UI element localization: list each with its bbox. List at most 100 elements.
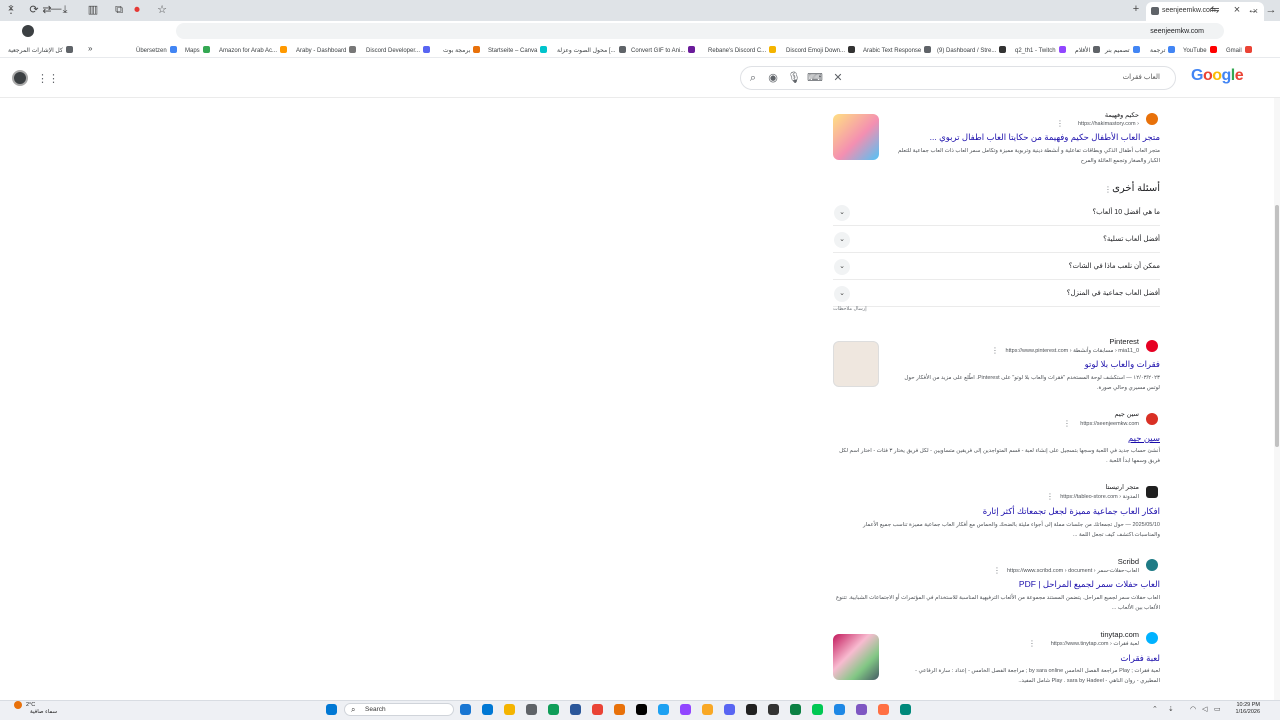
result-menu-icon[interactable]: ⋮	[1028, 639, 1036, 648]
result-menu-icon[interactable]: ⋮	[1046, 492, 1054, 501]
bookmark-item[interactable]: Araby - Dashboard	[296, 46, 357, 54]
result-url[interactable]: https://tableo-store.com › المدونة	[1060, 494, 1139, 500]
result-thumbnail[interactable]	[833, 634, 879, 680]
forward-icon[interactable]: →	[1264, 4, 1278, 17]
result-title[interactable]: العاب حفلات سمر لجميع المراحل | PDF	[1019, 579, 1160, 590]
taskbar-app-icon[interactable]	[702, 704, 713, 715]
bookmark-item[interactable]: Übersetzen	[136, 46, 177, 54]
result-menu-icon[interactable]: ⋮	[991, 346, 999, 355]
result-thumbnail[interactable]	[833, 114, 879, 160]
taskbar-app-icon[interactable]	[570, 704, 581, 715]
result-title[interactable]: لعبة فقرات	[1120, 653, 1160, 664]
bookmark-item[interactable]: Discord Developer...	[366, 46, 431, 54]
taskbar-app-icon[interactable]	[658, 704, 669, 715]
keyboard-icon[interactable]: ⌨	[807, 72, 823, 84]
battery-icon[interactable]: ▭	[1214, 705, 1221, 713]
taskbar-app-icon[interactable]	[812, 704, 823, 715]
bookmark-item[interactable]: YouTube	[1183, 46, 1217, 54]
taskbar-app-icon[interactable]	[900, 704, 911, 715]
taskbar-app-icon[interactable]	[768, 704, 779, 715]
paa-item[interactable]: ⌄ أفضل ألعاب تسلية؟	[833, 227, 1160, 253]
taskbar-search[interactable]: ⌕ Search	[344, 703, 454, 716]
download-icon[interactable]: ⤓	[58, 4, 72, 17]
network-icon[interactable]: ⇣	[1168, 705, 1174, 713]
extensions-icon[interactable]: ⇄	[40, 4, 54, 17]
search-icon[interactable]: ⌕	[747, 72, 759, 84]
new-tab-icon[interactable]: +	[1129, 3, 1143, 15]
taskbar-app-icon[interactable]	[878, 704, 889, 715]
weather-widget[interactable]: 2°C سماء صافية	[12, 702, 57, 716]
start-menu-icon[interactable]	[326, 704, 337, 715]
bookmark-item[interactable]: ترجمة	[1150, 46, 1176, 54]
taskbar-app-icon[interactable]	[834, 704, 845, 715]
result-menu-icon[interactable]: ⋮	[993, 566, 1001, 575]
taskbar-app-icon[interactable]	[746, 704, 757, 715]
taskbar-app-icon[interactable]	[724, 704, 735, 715]
site-settings-icon[interactable]: ⇋	[1208, 4, 1222, 17]
bookmark-item[interactable]: Discord Emoji Down...	[786, 46, 856, 54]
chevron-down-icon[interactable]: ⌄	[834, 286, 850, 302]
bookmark-item[interactable]: Maps	[185, 46, 210, 54]
bookmark-item[interactable]: Convert GIF to Ani...	[631, 46, 696, 54]
result-title[interactable]: سين جيم	[1128, 433, 1160, 444]
taskbar-app-icon[interactable]	[482, 704, 493, 715]
bookmark-item[interactable]: Arabic Text Response	[863, 46, 932, 54]
bookmark-item[interactable]: (9) Dashboard / Stre...	[937, 46, 1007, 54]
bookmark-item[interactable]: Startseite – Canva	[488, 46, 548, 54]
result-url[interactable]: https://www.scribd.com › document › العا…	[1007, 568, 1139, 574]
result-url[interactable]: https://www.tinytap.com › لعبة فقرات	[1051, 641, 1139, 647]
taskbar-app-icon[interactable]	[460, 704, 471, 715]
restore-window-icon[interactable]: ⟳	[27, 3, 41, 16]
scrollbar-thumb[interactable]	[1275, 205, 1279, 447]
chevron-down-icon[interactable]: ⌄	[834, 205, 850, 221]
lens-icon[interactable]: ◉	[767, 72, 779, 84]
bookmark-item[interactable]: الأقلام	[1075, 46, 1101, 54]
bookmark-item[interactable]: كل الإشارات المرجعية	[8, 46, 73, 54]
taskbar-app-icon[interactable]	[636, 704, 647, 715]
taskbar-app-icon[interactable]	[680, 704, 691, 715]
taskbar-app-icon[interactable]	[526, 704, 537, 715]
result-url[interactable]: https://hakimastory.com ›	[1078, 121, 1139, 127]
profile-avatar-icon[interactable]	[22, 25, 34, 37]
result-title[interactable]: متجر العاب الأطفال حكيم وفهيمة من حكايتا…	[930, 132, 1160, 143]
paa-item[interactable]: ⌄ ما هي أفضل 10 ألعاب؟	[833, 200, 1160, 226]
share-icon[interactable]: ⧉	[112, 4, 126, 17]
menu-dots-icon[interactable]: ⋮	[4, 4, 18, 17]
wifi-icon[interactable]: ◠	[1190, 705, 1196, 713]
taskbar-app-icon[interactable]	[614, 704, 625, 715]
bookmarks-overflow-icon[interactable]: »	[88, 44, 92, 53]
paa-item[interactable]: ⌄ ممكن أن نلعب ماذا في الشات؟	[833, 254, 1160, 280]
taskbar-app-icon[interactable]	[504, 704, 515, 715]
result-menu-icon[interactable]: ⋮	[1056, 119, 1064, 128]
paa-item[interactable]: ⌄ أفضل العاب جماعية في المنزل؟	[833, 281, 1160, 307]
address-bar[interactable]	[176, 23, 1224, 39]
taskbar-app-icon[interactable]	[856, 704, 867, 715]
result-title[interactable]: افكار العاب جماعية مميزة لجعل تجمعاتك أك…	[983, 506, 1160, 517]
tray-chevron-icon[interactable]: ⌃	[1152, 705, 1158, 713]
bookmark-item[interactable]: Amazon for Arab Ac...	[219, 46, 288, 54]
result-thumbnail[interactable]	[833, 341, 879, 387]
sidebar-icon[interactable]: ▥	[86, 4, 100, 17]
bookmark-item[interactable]: محول الصوت وعزلة [...	[557, 46, 626, 54]
clear-icon[interactable]: ✕	[832, 72, 844, 84]
apps-grid-icon[interactable]: ⋮⋮	[37, 72, 59, 85]
taskbar-app-icon[interactable]	[592, 704, 603, 715]
taskbar-app-icon[interactable]	[790, 704, 801, 715]
bookmark-item[interactable]: Gmail	[1226, 46, 1252, 54]
taskbar-app-icon[interactable]	[548, 704, 559, 715]
feedback-link[interactable]: إرسال ملاحظات	[833, 306, 867, 312]
record-icon[interactable]: ⏺	[130, 4, 144, 17]
clock[interactable]: 10:29 PM 1/16/2026	[1228, 702, 1260, 716]
result-url[interactable]: https://seenjeemkw.com	[1080, 421, 1139, 427]
mic-icon[interactable]: 🎙	[787, 72, 801, 84]
url-text[interactable]: seenjeemkw.com	[1150, 28, 1204, 35]
google-logo[interactable]: Google	[1191, 67, 1244, 85]
result-title[interactable]: فقرات والعاب بلا لوتو	[1085, 359, 1160, 370]
result-url[interactable]: https://www.pinterest.com › مسابقات وأنش…	[1006, 348, 1139, 354]
tab-close-x-icon[interactable]: ×	[1230, 4, 1244, 17]
bookmark-item[interactable]: برمجة بوت	[443, 46, 481, 54]
chevron-down-icon[interactable]: ⌄	[834, 259, 850, 275]
bookmark-star-icon[interactable]: ☆	[155, 4, 169, 17]
bookmark-item[interactable]: Rebane's Discord C...	[708, 46, 777, 54]
account-avatar[interactable]	[12, 70, 28, 86]
